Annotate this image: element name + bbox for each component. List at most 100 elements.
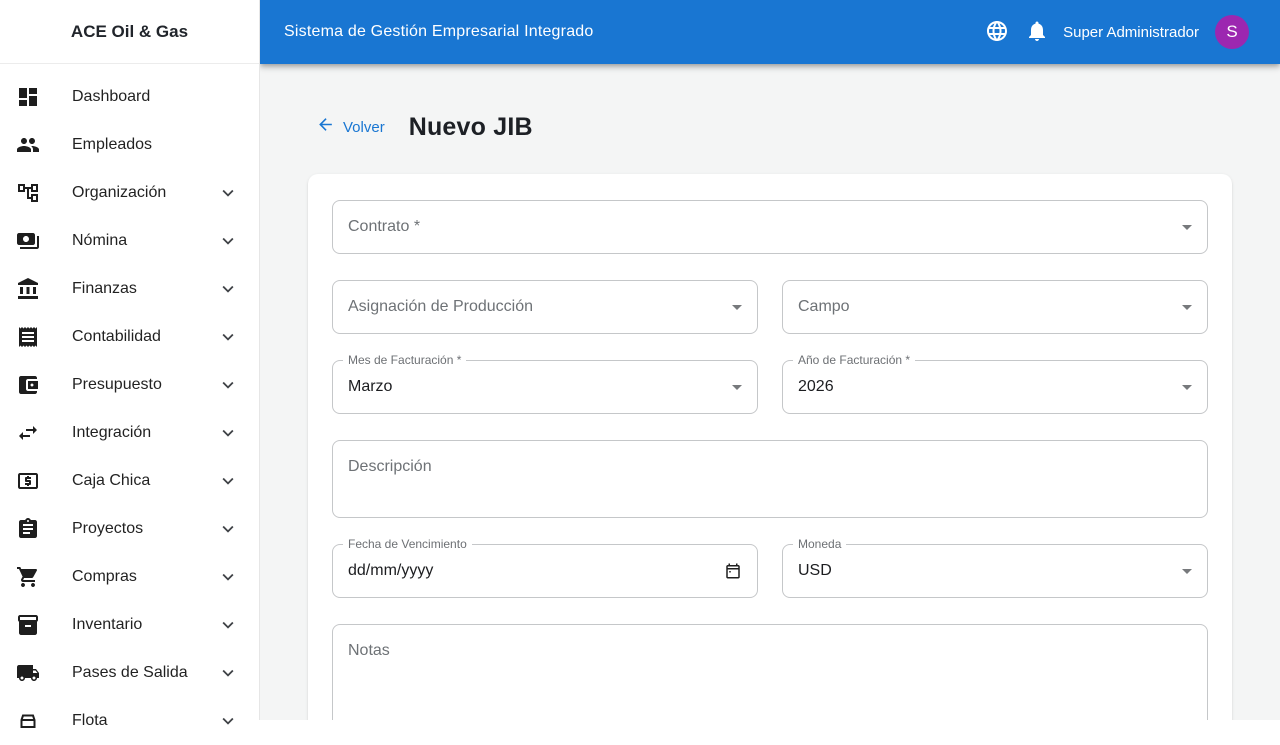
dropdown-arrow-icon [1182, 568, 1192, 574]
bell-icon [1025, 19, 1049, 46]
campo-placeholder: Campo [798, 298, 850, 315]
sidebar-item-finanzas[interactable]: Finanzas [0, 265, 259, 313]
sidebar-item-presupuesto[interactable]: Presupuesto [0, 361, 259, 409]
mes-facturacion-label: Mes de Facturación * [343, 353, 467, 368]
car-icon [16, 709, 40, 733]
sidebar-item-flota[interactable]: Flota [0, 697, 259, 745]
notas-textarea[interactable]: Notas [332, 624, 1208, 720]
appbar-actions: Super Administrador S [977, 12, 1249, 52]
sidebar-item-label: Inventario [72, 616, 143, 633]
mes-facturacion-select[interactable]: Mes de Facturación * Marzo [332, 353, 758, 414]
dropdown-arrow-icon [1182, 304, 1192, 310]
bank-icon [16, 277, 40, 301]
chevron-down-icon [217, 326, 239, 348]
dropdown-arrow-icon [1182, 384, 1192, 390]
notifications-button[interactable] [1017, 12, 1057, 52]
dropdown-arrow-icon [1182, 224, 1192, 230]
mes-facturacion-value: Marzo [348, 378, 393, 395]
back-link[interactable]: Volver [316, 115, 385, 139]
sidebar-item-caja-chica[interactable]: Caja Chica [0, 457, 259, 505]
contrato-select[interactable]: Contrato * [332, 200, 1208, 254]
sidebar-item-nomina[interactable]: Nómina [0, 217, 259, 265]
truck-icon [16, 661, 40, 685]
shopping-cart-icon [16, 565, 40, 589]
notas-placeholder: Notas [348, 642, 390, 659]
descripcion-placeholder: Descripción [348, 458, 432, 475]
asignacion-placeholder: Asignación de Producción [348, 298, 534, 315]
brand-title: ACE Oil & Gas [0, 0, 259, 64]
sidebar-nav: Dashboard Empleados Organización Nómina … [0, 64, 259, 745]
calendar-icon[interactable] [724, 562, 742, 580]
chevron-down-icon [217, 662, 239, 684]
globe-icon [985, 19, 1009, 46]
dashboard-icon [16, 85, 40, 109]
sidebar-item-label: Empleados [72, 136, 153, 153]
sidebar-item-label: Compras [72, 568, 137, 585]
form-card: Contrato * Asignación de Producción Camp… [308, 174, 1232, 720]
language-button[interactable] [977, 12, 1017, 52]
sidebar: ACE Oil & Gas Dashboard Empleados Organi… [0, 0, 260, 729]
chevron-down-icon [217, 470, 239, 492]
chevron-down-icon [217, 230, 239, 252]
descripcion-textarea[interactable]: Descripción [332, 440, 1208, 518]
sidebar-item-label: Flota [72, 712, 108, 729]
moneda-value: USD [798, 562, 832, 579]
contrato-placeholder: Contrato * [348, 218, 421, 235]
chevron-down-icon [217, 374, 239, 396]
dropdown-arrow-icon [732, 384, 742, 390]
sidebar-item-empleados[interactable]: Empleados [0, 121, 259, 169]
fecha-vencimiento-value: dd/mm/yyyy [348, 562, 434, 579]
sidebar-item-inventario[interactable]: Inventario [0, 601, 259, 649]
chevron-down-icon [217, 566, 239, 588]
appbar: Sistema de Gestión Empresarial Integrado… [260, 0, 1280, 64]
sidebar-item-organizacion[interactable]: Organización [0, 169, 259, 217]
moneda-label: Moneda [793, 537, 847, 552]
avatar[interactable]: S [1215, 15, 1249, 49]
chevron-down-icon [217, 278, 239, 300]
chevron-down-icon [217, 182, 239, 204]
page-toolbar: Volver Nuevo JIB [308, 108, 1232, 146]
moneda-select[interactable]: Moneda USD [782, 537, 1208, 598]
sidebar-item-label: Pases de Salida [72, 664, 188, 681]
cash-box-icon [16, 469, 40, 493]
sidebar-item-label: Proyectos [72, 520, 144, 537]
wallet-icon [16, 373, 40, 397]
chevron-down-icon [217, 422, 239, 444]
people-icon [16, 133, 40, 157]
sidebar-item-label: Organización [72, 184, 167, 201]
asignacion-produccion-select[interactable]: Asignación de Producción [332, 280, 758, 334]
sidebar-item-label: Finanzas [72, 280, 137, 297]
sidebar-item-contabilidad[interactable]: Contabilidad [0, 313, 259, 361]
anio-facturacion-label: Año de Facturación * [793, 353, 916, 368]
sidebar-item-integracion[interactable]: Integración [0, 409, 259, 457]
arrow-back-icon [316, 115, 343, 139]
sidebar-item-label: Nómina [72, 232, 128, 249]
anio-facturacion-value: 2026 [798, 378, 834, 395]
sidebar-item-label: Caja Chica [72, 472, 151, 489]
clipboard-icon [16, 517, 40, 541]
payments-icon [16, 229, 40, 253]
sidebar-item-label: Presupuesto [72, 376, 162, 393]
campo-select[interactable]: Campo [782, 280, 1208, 334]
chevron-down-icon [217, 614, 239, 636]
sidebar-item-compras[interactable]: Compras [0, 553, 259, 601]
user-name: Super Administrador [1063, 23, 1199, 41]
fecha-vencimiento-input[interactable]: Fecha de Vencimiento dd/mm/yyyy [332, 537, 758, 598]
sidebar-item-proyectos[interactable]: Proyectos [0, 505, 259, 553]
sidebar-item-pases-de-salida[interactable]: Pases de Salida [0, 649, 259, 697]
sidebar-item-label: Integración [72, 424, 152, 441]
chevron-down-icon [217, 710, 239, 732]
page-title: Nuevo JIB [408, 112, 533, 141]
anio-facturacion-select[interactable]: Año de Facturación * 2026 [782, 353, 1208, 414]
sidebar-item-label: Contabilidad [72, 328, 161, 345]
fecha-vencimiento-label: Fecha de Vencimiento [343, 537, 472, 552]
dropdown-arrow-icon [732, 304, 742, 310]
main-content: Volver Nuevo JIB Contrato * Asignación d… [260, 64, 1280, 720]
chevron-down-icon [217, 518, 239, 540]
sidebar-item-dashboard[interactable]: Dashboard [0, 73, 259, 121]
inventory-box-icon [16, 613, 40, 637]
org-tree-icon [16, 181, 40, 205]
appbar-title: Sistema de Gestión Empresarial Integrado [284, 23, 594, 40]
sidebar-item-label: Dashboard [72, 88, 151, 105]
swap-arrows-icon [16, 421, 40, 445]
